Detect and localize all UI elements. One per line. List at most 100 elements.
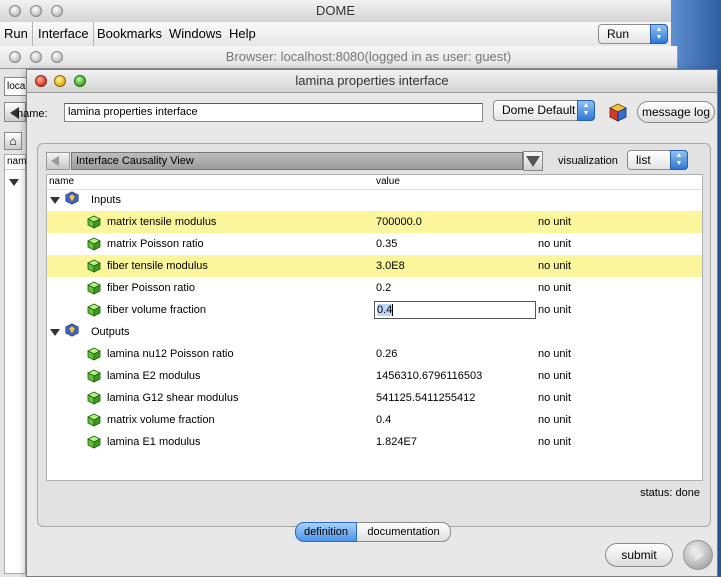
name-field[interactable]: lamina properties interface — [64, 103, 483, 122]
parameter-unit[interactable]: no unit — [538, 387, 571, 409]
parameter-value: 0.4 — [377, 304, 393, 316]
parameter-row[interactable]: matrix volume fraction 0.4 no unit — [47, 409, 702, 431]
parameter-cube-icon — [87, 215, 101, 229]
visualization-select[interactable]: list ▲ ▼ — [627, 150, 688, 170]
causality-dropdown-button[interactable] — [523, 151, 543, 171]
dome-close-icon[interactable] — [9, 5, 21, 17]
tab-documentation-label: documentation — [367, 526, 440, 538]
dome-titlebar[interactable]: DOME — [0, 0, 671, 23]
submit-label: submit — [621, 548, 657, 562]
parameter-unit[interactable]: no unit — [538, 277, 571, 299]
browser-list-header: nam — [5, 155, 26, 170]
menu-run[interactable]: Run — [0, 22, 33, 46]
browser-expand-icon[interactable] — [9, 179, 19, 186]
column-header-name[interactable]: name — [49, 175, 74, 189]
parameter-value[interactable]: 0.35 — [376, 233, 397, 255]
run-arrow-icon — [695, 549, 704, 561]
browser-home-button[interactable]: ⌂ — [4, 132, 22, 150]
column-header-value[interactable]: value — [376, 175, 400, 189]
text-cursor — [392, 304, 394, 317]
parameter-name: matrix tensile modulus — [107, 216, 217, 228]
menu-windows[interactable]: Windows — [165, 22, 226, 46]
causality-panel: Interface Causality View visualization l… — [37, 143, 711, 527]
causality-back-button[interactable] — [46, 152, 70, 170]
parameter-value[interactable]: 1.824E7 — [376, 431, 417, 453]
submit-button[interactable]: submit — [605, 543, 673, 567]
parameter-cube-icon — [87, 237, 101, 251]
parameter-row[interactable]: lamina nu12 Poisson ratio 0.26 no unit — [47, 343, 702, 365]
inputs-group-row[interactable]: Inputs — [47, 189, 702, 211]
parameter-name: lamina E1 modulus — [107, 436, 201, 448]
browser-zoom-icon[interactable] — [51, 51, 63, 63]
menu-interface[interactable]: Interface — [34, 22, 94, 46]
dome-zoom-icon[interactable] — [51, 5, 63, 17]
parameter-unit[interactable]: no unit — [538, 431, 571, 453]
outputs-group-row[interactable]: Outputs — [47, 321, 702, 343]
browser-close-icon[interactable] — [9, 51, 21, 63]
parameter-unit[interactable]: no unit — [538, 343, 571, 365]
parameter-row[interactable]: matrix Poisson ratio 0.35 no unit — [47, 233, 702, 255]
tab-documentation[interactable]: documentation — [357, 522, 451, 542]
menu-help[interactable]: Help — [225, 22, 260, 46]
browser-minimize-icon[interactable] — [30, 51, 42, 63]
interface-close-icon[interactable] — [35, 75, 47, 87]
parameter-row[interactable]: lamina E1 modulus 1.824E7 no unit — [47, 431, 702, 453]
run-select[interactable]: Run ▲ ▼ — [598, 24, 668, 44]
parameter-value-editor[interactable]: 0.4 — [374, 301, 536, 319]
interface-titlebar[interactable]: lamina properties interface — [27, 70, 717, 93]
outputs-expand-icon[interactable] — [50, 329, 60, 336]
message-log-button[interactable]: message log — [637, 101, 715, 123]
browser-titlebar[interactable]: Browser: localhost:8080(logged in as use… — [0, 46, 677, 69]
parameter-value[interactable]: 0.26 — [376, 343, 397, 365]
interface-title: lamina properties interface — [295, 73, 449, 88]
parameter-name: matrix Poisson ratio — [107, 238, 204, 250]
parameter-value[interactable]: 3.0E8 — [376, 255, 405, 277]
list-header: name value — [47, 175, 702, 190]
parameter-row[interactable]: lamina G12 shear modulus 541125.541125541… — [47, 387, 702, 409]
message-log-label: message log — [641, 105, 711, 119]
view-select[interactable]: Dome Default ▲ ▼ — [493, 100, 595, 121]
inputs-group-label: Inputs — [91, 194, 121, 206]
parameter-row[interactable]: matrix tensile modulus 700000.0 no unit — [47, 211, 702, 233]
dome-title: DOME — [316, 3, 355, 18]
dome-minimize-icon[interactable] — [30, 5, 42, 17]
outputs-filter-icon — [65, 323, 79, 337]
browser-address-text: loca — [7, 81, 26, 92]
parameter-unit[interactable]: no unit — [538, 233, 571, 255]
parameter-name: lamina E2 modulus — [107, 370, 201, 382]
menu-bookmarks[interactable]: Bookmarks — [93, 22, 166, 46]
causality-view-field[interactable]: Interface Causality View — [71, 152, 523, 170]
parameter-value[interactable]: 0.4 — [376, 409, 391, 431]
parameter-name: matrix volume fraction — [107, 414, 215, 426]
parameter-row[interactable]: fiber Poisson ratio 0.2 no unit — [47, 277, 702, 299]
visualization-select-arrows-icon: ▲ ▼ — [670, 150, 688, 170]
name-label: name: — [17, 108, 48, 120]
parameter-cube-icon — [87, 281, 101, 295]
run-status-indicator-icon — [683, 540, 713, 570]
parameter-name: fiber volume fraction — [107, 304, 207, 316]
browser-title: Browser: localhost:8080(logged in as use… — [225, 49, 512, 64]
parameter-unit[interactable]: no unit — [538, 365, 571, 387]
inputs-expand-icon[interactable] — [50, 197, 60, 204]
tab-definition[interactable]: definition — [295, 522, 357, 542]
parameter-unit[interactable]: no unit — [538, 255, 571, 277]
parameter-row[interactable]: lamina E2 modulus 1456310.6796116503 no un… — [47, 365, 702, 387]
parameter-value[interactable]: 541125.5411255412 — [376, 387, 475, 409]
parameter-row[interactable]: fiber volume fraction 0.4 no unit — [47, 299, 702, 321]
view-select-arrows-icon: ▲ ▼ — [577, 100, 595, 121]
parameter-value[interactable]: 0.2 — [376, 277, 391, 299]
parameter-value[interactable]: 700000.0 — [376, 211, 422, 233]
interface-zoom-icon[interactable] — [74, 75, 86, 87]
view-select-value: Dome Default — [502, 103, 576, 117]
parameter-unit[interactable]: no unit — [538, 409, 571, 431]
interface-window: lamina properties interface name: lamina… — [17, 69, 718, 577]
causality-back-arrow-icon — [51, 156, 59, 166]
parameter-name: fiber tensile modulus — [107, 260, 208, 272]
parameter-row[interactable]: fiber tensile modulus 3.0E8 no unit — [47, 255, 702, 277]
cube-tools-icon[interactable] — [607, 101, 629, 123]
parameter-name: lamina G12 shear modulus — [107, 392, 239, 404]
parameter-unit[interactable]: no unit — [538, 299, 571, 321]
interface-minimize-icon[interactable] — [54, 75, 66, 87]
parameter-value[interactable]: 1456310.6796116503 — [376, 365, 482, 387]
parameter-unit[interactable]: no unit — [538, 211, 571, 233]
